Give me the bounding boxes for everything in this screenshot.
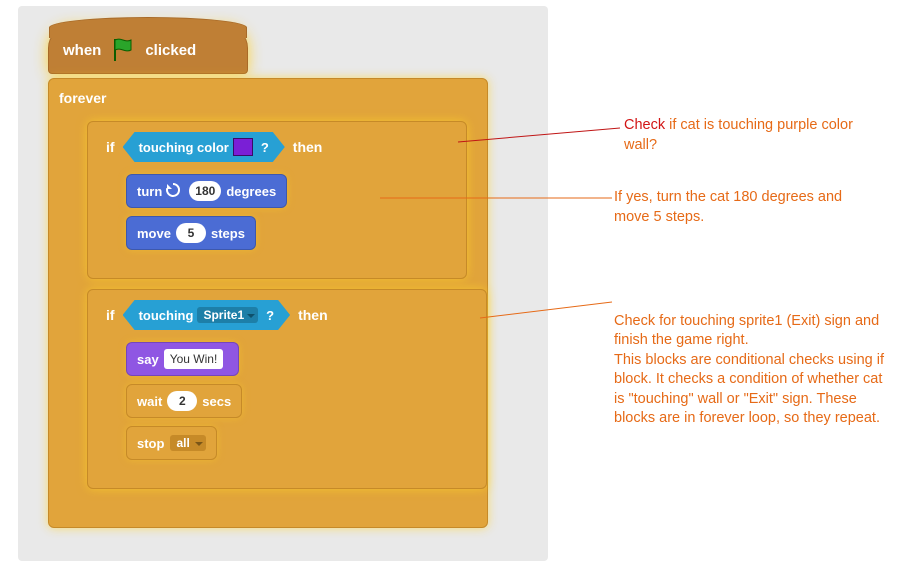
- annotation-3: Check for touching sprite1 (Exit) sign a…: [614, 292, 884, 429]
- forever-body: if touching color ? then turn 180: [73, 111, 477, 503]
- touching-dropdown[interactable]: Sprite1: [197, 307, 258, 323]
- if-touching-color[interactable]: if touching color ? then turn 180: [87, 121, 467, 279]
- touching-color-boolean[interactable]: touching color ?: [123, 132, 285, 162]
- stop-dropdown-value: all: [176, 436, 189, 450]
- move-label: move: [137, 226, 171, 241]
- touching-dropdown-value: Sprite1: [203, 308, 244, 322]
- say-text[interactable]: You Win!: [164, 349, 224, 369]
- stop-block[interactable]: stop all: [126, 426, 217, 460]
- green-flag-icon: [109, 36, 137, 64]
- touching-color-label: touching color: [139, 140, 229, 155]
- hat-clicked-label: clicked: [145, 42, 196, 59]
- scratch-canvas: when clicked forever if touching color ?…: [18, 6, 548, 561]
- annotation-2: If yes, turn the cat 180 degrees and mov…: [614, 188, 874, 227]
- color-swatch-purple[interactable]: [233, 138, 253, 156]
- stop-label: stop: [137, 436, 164, 451]
- touching-label: touching: [139, 308, 194, 323]
- move-value[interactable]: 5: [176, 223, 206, 243]
- forever-block[interactable]: forever if touching color ? then turn: [48, 78, 488, 528]
- annotation-1-highlight: Check: [624, 117, 665, 133]
- wait-block[interactable]: wait 2 secs: [126, 384, 242, 418]
- then-label: then: [293, 139, 323, 155]
- hat-when-label: when: [63, 42, 101, 59]
- if-label-2: if: [106, 307, 115, 323]
- turn-block[interactable]: turn 180 degrees: [126, 174, 287, 208]
- steps-label: steps: [211, 226, 245, 241]
- stop-dropdown[interactable]: all: [170, 435, 205, 451]
- question-mark-2: ?: [266, 308, 274, 323]
- annotation-3-text: Check for touching sprite1 (Exit) sign a…: [614, 313, 884, 427]
- secs-label: secs: [202, 394, 231, 409]
- forever-label: forever: [59, 90, 106, 106]
- touching-sprite-boolean[interactable]: touching Sprite1 ?: [123, 300, 291, 330]
- say-block[interactable]: say You Win!: [126, 342, 239, 376]
- if-touching-sprite[interactable]: if touching Sprite1 ? then say You Win! …: [87, 289, 487, 489]
- question-mark: ?: [261, 140, 269, 155]
- then-label-2: then: [298, 307, 328, 323]
- annotation-1: Check if cat is touching purple color wa…: [624, 116, 884, 155]
- degrees-label: degrees: [226, 184, 276, 199]
- turn-value[interactable]: 180: [189, 181, 221, 201]
- turn-label: turn: [137, 184, 162, 199]
- if-label: if: [106, 139, 115, 155]
- say-label: say: [137, 352, 159, 367]
- annotation-2-text: If yes, turn the cat 180 degrees and mov…: [614, 189, 842, 225]
- hat-when-flag-clicked[interactable]: when clicked: [48, 26, 248, 74]
- wait-value[interactable]: 2: [167, 391, 197, 411]
- move-block[interactable]: move 5 steps: [126, 216, 256, 250]
- clockwise-icon: [165, 182, 181, 201]
- wait-label: wait: [137, 394, 162, 409]
